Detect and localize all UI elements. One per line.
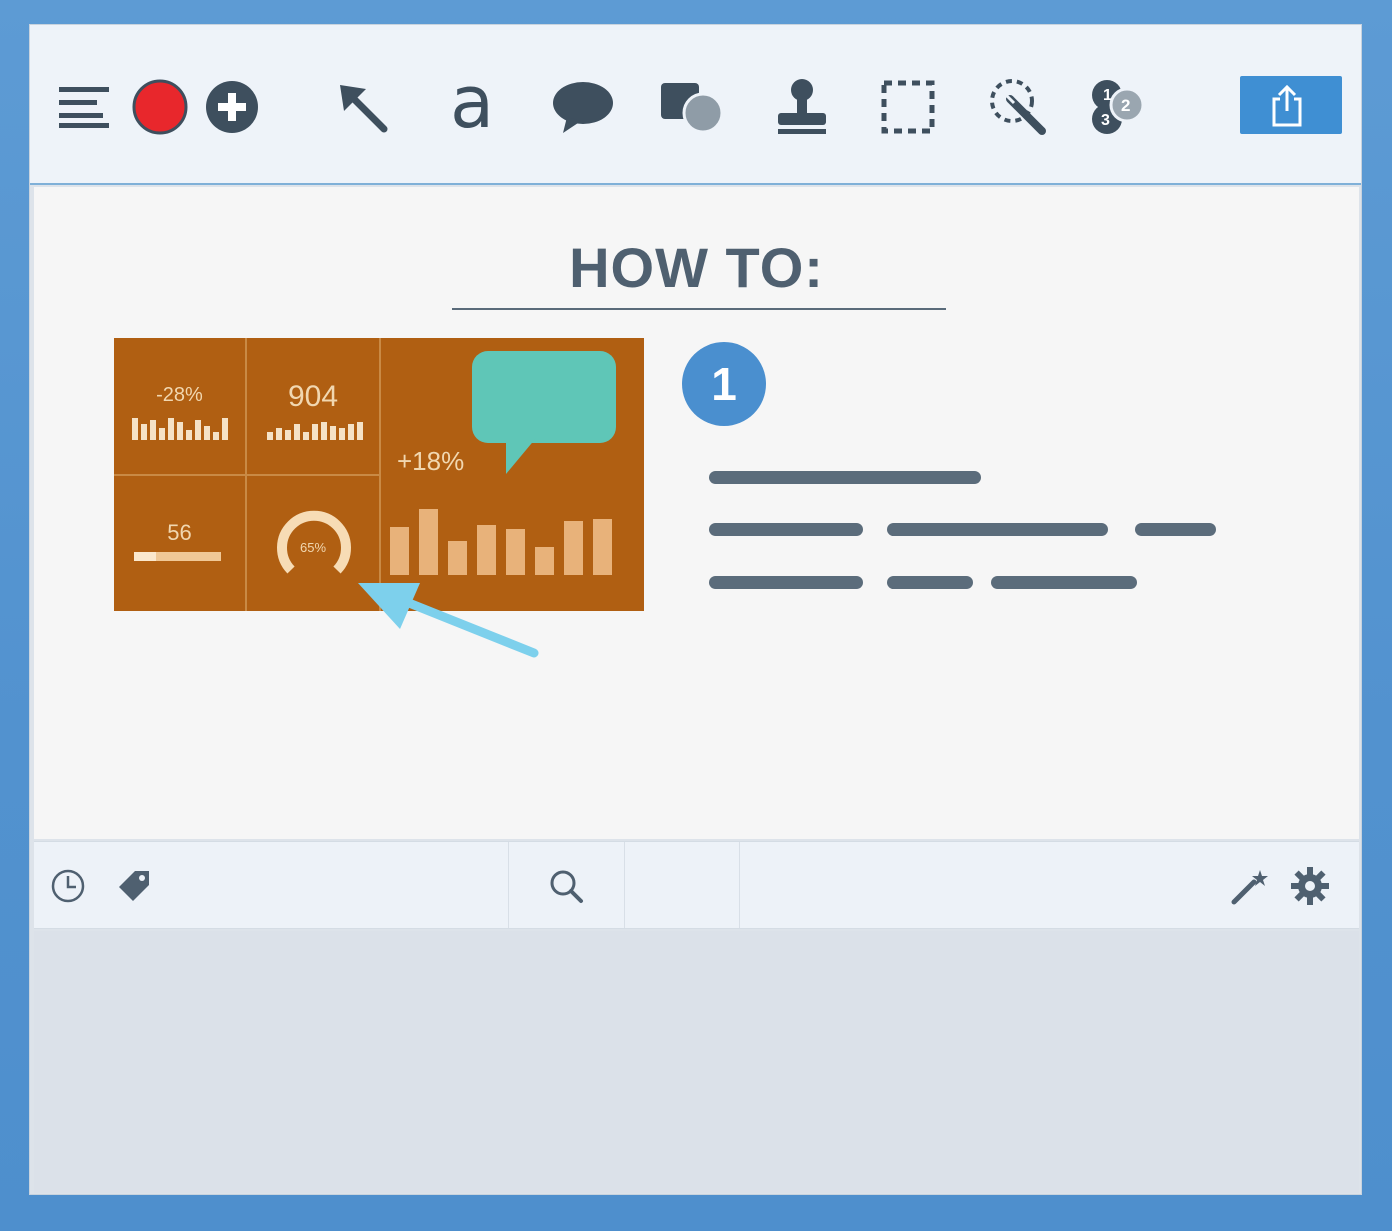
magic-wand-icon[interactable] — [1230, 866, 1270, 906]
share-icon — [1272, 84, 1302, 127]
callout-bubble — [472, 351, 616, 443]
callout-tail — [506, 438, 536, 474]
metric-value: 56 — [167, 520, 192, 545]
add-icon[interactable] — [202, 77, 262, 137]
step-icon[interactable]: 1 3 2 — [1084, 77, 1148, 137]
metric-value: 904 — [287, 380, 339, 413]
empty-panel — [34, 931, 1359, 1193]
placeholder-text-line — [991, 576, 1137, 589]
share-button[interactable] — [1240, 76, 1342, 134]
toolbar: a 1 3 2 — [30, 25, 1361, 185]
app-window: a 1 3 2 HOW TO: -28% 904 +18% 56 65% 1 — [29, 24, 1362, 1195]
metric-value: -28% — [156, 384, 203, 406]
progress-track — [134, 552, 221, 561]
record-icon[interactable] — [130, 77, 190, 137]
title-underline — [452, 308, 946, 310]
status-bar — [34, 841, 1359, 929]
separator — [508, 842, 509, 928]
placeholder-text-line — [1135, 523, 1216, 536]
separator — [739, 842, 740, 928]
mini-bar-chart — [132, 418, 228, 440]
progress-fill — [134, 552, 156, 561]
placeholder-text-line — [709, 523, 863, 536]
selection-icon[interactable] — [878, 77, 938, 137]
svg-text:1: 1 — [1103, 87, 1112, 104]
metric-value: +18% — [397, 446, 465, 476]
canvas[interactable]: HOW TO: -28% 904 +18% 56 65% 1 — [34, 187, 1359, 839]
step-badge: 1 — [682, 342, 766, 426]
gear-icon[interactable] — [1290, 866, 1330, 906]
search-icon[interactable] — [546, 866, 586, 906]
arrow-icon[interactable] — [330, 77, 394, 137]
stamp-icon[interactable] — [772, 77, 832, 137]
callout-icon[interactable] — [548, 77, 618, 137]
metric-cell: 56 — [114, 476, 247, 611]
page-title: HOW TO: — [569, 236, 824, 299]
clock-icon[interactable] — [48, 866, 88, 906]
text-icon[interactable]: a — [440, 66, 504, 138]
placeholder-text-line — [887, 523, 1108, 536]
text-tool-glyph: a — [449, 60, 495, 144]
tag-icon[interactable] — [114, 866, 154, 906]
magic-wand-icon[interactable] — [986, 77, 1050, 137]
separator — [624, 842, 625, 928]
gauge-label: 65% — [299, 540, 327, 555]
menu-icon[interactable] — [54, 77, 114, 137]
placeholder-text-line — [709, 471, 981, 484]
metric-cell: 904 — [247, 338, 381, 476]
svg-text:3: 3 — [1101, 112, 1110, 129]
mini-bar-chart — [267, 422, 363, 440]
placeholder-text-line — [709, 576, 863, 589]
placeholder-text-line — [887, 576, 973, 589]
annotation-arrow — [358, 583, 539, 658]
metric-cell: -28% — [114, 338, 247, 476]
svg-text:2: 2 — [1121, 96, 1130, 115]
shape-icon[interactable] — [658, 77, 728, 137]
